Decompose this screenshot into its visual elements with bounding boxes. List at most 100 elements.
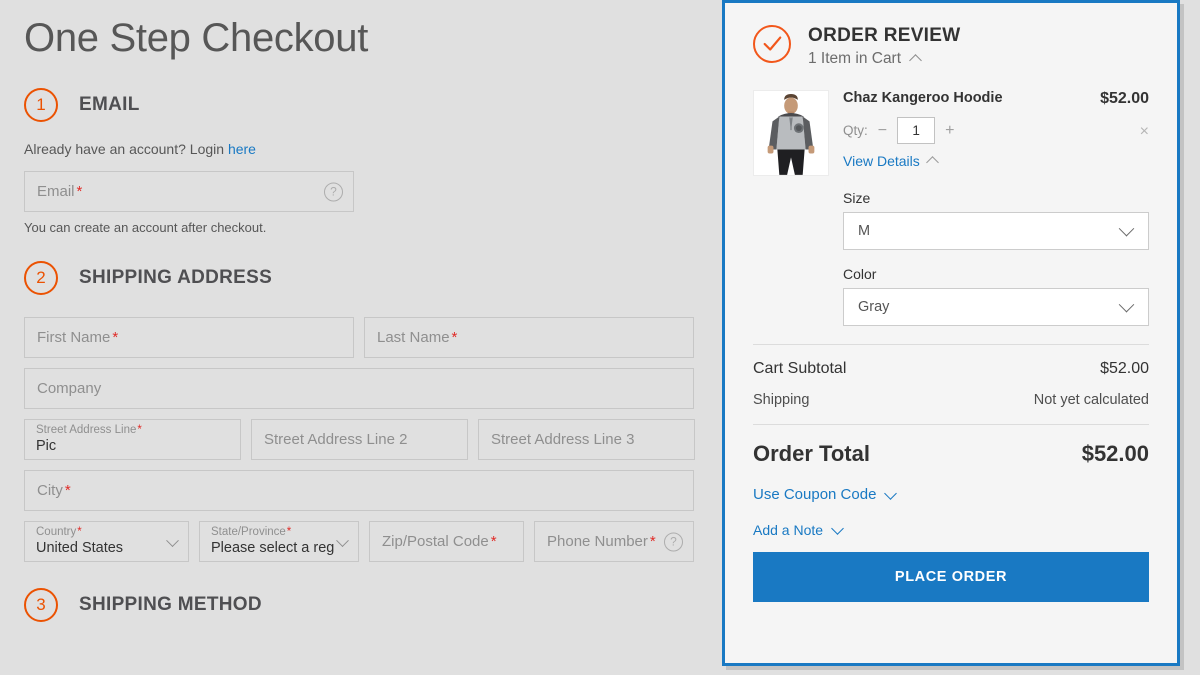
zip-postal-code-input[interactable]: Zip/Postal Code *	[369, 521, 524, 562]
chevron-down-icon	[1118, 220, 1135, 237]
first-name-input[interactable]: First Name *	[24, 317, 354, 358]
step-header-shipping-address: 2 SHIPPING ADDRESS	[24, 261, 698, 295]
country-select[interactable]: Country* United States	[24, 521, 189, 562]
first-name-label: First Name	[37, 329, 111, 346]
cart-subtotal-label: Cart Subtotal	[753, 360, 847, 377]
check-circle-icon	[753, 25, 791, 63]
last-name-input[interactable]: Last Name *	[364, 317, 694, 358]
street-row: Street Address Line* Pic Street Address …	[24, 419, 698, 460]
shipping-address-fields: First Name * Last Name * Company Street Ad…	[24, 317, 698, 562]
chevron-down-icon	[1118, 296, 1135, 313]
street-address-line-3-input[interactable]: Street Address Line 3	[478, 419, 695, 460]
step-title-shipping-method: SHIPPING METHOD	[79, 594, 262, 615]
order-review-title: ORDER REVIEW	[808, 25, 961, 46]
street1-label: Street Address Line	[36, 424, 137, 437]
divider	[753, 424, 1149, 425]
cart-item-count-label: 1 Item in Cart	[808, 50, 902, 67]
last-name-label: Last Name	[377, 329, 450, 346]
shipping-value: Not yet calculated	[1033, 392, 1149, 408]
checkout-form-column: One Step Checkout 1 EMAIL Already have a…	[0, 0, 722, 675]
product-price: $52.00	[1100, 90, 1149, 107]
use-coupon-code-label: Use Coupon Code	[753, 486, 877, 503]
step-title-email: EMAIL	[79, 94, 140, 115]
quantity-stepper: Qty: − 1 +	[843, 117, 1149, 144]
required-marker: *	[77, 526, 82, 539]
required-marker: *	[451, 329, 458, 346]
city-input[interactable]: City *	[24, 470, 694, 511]
divider	[753, 344, 1149, 345]
phone-label: Phone Number	[547, 533, 648, 550]
view-details-toggle[interactable]: View Details	[843, 153, 1149, 169]
phone-number-input[interactable]: Phone Number * ?	[534, 521, 694, 562]
quantity-label: Qty:	[843, 123, 868, 138]
step-number-3: 3	[24, 588, 58, 622]
page-title: One Step Checkout	[24, 16, 369, 60]
email-field[interactable]: Email * ?	[24, 171, 354, 212]
required-marker: *	[76, 183, 83, 200]
step-header-shipping-method: 3 SHIPPING METHOD	[24, 588, 698, 622]
street-address-line-1-input[interactable]: Street Address Line* Pic	[24, 419, 241, 460]
company-label: Company	[37, 380, 102, 397]
color-select[interactable]: Gray	[843, 288, 1149, 326]
country-value: United States	[36, 540, 124, 557]
required-marker: *	[286, 526, 292, 539]
size-option-label: Size	[843, 190, 871, 206]
color-select-value: Gray	[858, 299, 890, 315]
state-label: State/Province	[211, 526, 286, 539]
cart-item: Chaz Kangeroo Hoodie $52.00 Qty: − 1 + ×…	[753, 90, 1149, 176]
region-row: Country* United States State/Province* P…	[24, 521, 698, 562]
cart-subtotal-value: $52.00	[1100, 360, 1149, 377]
shipping-total-row: Shipping Not yet calculated	[753, 392, 1149, 408]
order-total-value: $52.00	[1081, 441, 1149, 466]
login-prompt-text: Already have an account? Login	[24, 141, 228, 157]
required-marker: *	[137, 424, 142, 437]
quantity-increment-button[interactable]: +	[945, 122, 954, 139]
order-total-label: Order Total	[753, 441, 870, 466]
street2-label: Street Address Line 2	[264, 431, 408, 448]
street1-value: Pic	[36, 438, 57, 455]
step-number-1: 1	[24, 88, 58, 122]
shipping-label: Shipping	[753, 392, 810, 408]
size-select[interactable]: M	[843, 212, 1149, 250]
section-shipping-method: 3 SHIPPING METHOD	[24, 588, 698, 622]
zip-label: Zip/Postal Code	[382, 533, 489, 550]
email-hint: You can create an account after checkout…	[24, 220, 267, 235]
state-province-select[interactable]: State/Province* Please select a reg	[199, 521, 359, 562]
quantity-decrement-button[interactable]: −	[878, 122, 887, 139]
email-placeholder: Email *	[37, 183, 83, 200]
color-option-label: Color	[843, 266, 877, 282]
chevron-down-icon	[831, 522, 844, 535]
chevron-up-icon	[909, 54, 922, 67]
country-label: Country	[36, 526, 77, 539]
login-here-link[interactable]: here	[228, 141, 256, 157]
city-row: City *	[24, 470, 698, 511]
add-a-note-label: Add a Note	[753, 522, 824, 538]
required-marker: *	[64, 482, 71, 499]
question-mark-icon[interactable]: ?	[664, 532, 683, 551]
step-header-email: 1 EMAIL	[24, 88, 698, 122]
company-input[interactable]: Company	[24, 368, 694, 409]
view-details-label: View Details	[843, 153, 920, 169]
cart-item-count-toggle[interactable]: 1 Item in Cart	[808, 50, 960, 68]
city-label: City	[37, 482, 63, 499]
add-a-note-toggle[interactable]: Add a Note	[753, 522, 1149, 538]
chevron-down-icon	[884, 486, 898, 500]
street-address-line-2-input[interactable]: Street Address Line 2	[251, 419, 468, 460]
name-row: First Name * Last Name *	[24, 317, 698, 358]
step-number-2: 2	[24, 261, 58, 295]
use-coupon-code-toggle[interactable]: Use Coupon Code	[753, 486, 1149, 503]
quantity-input[interactable]: 1	[897, 117, 936, 144]
question-mark-icon[interactable]: ?	[324, 182, 343, 201]
required-marker: *	[112, 329, 119, 346]
order-review-header: ORDER REVIEW 1 Item in Cart	[753, 3, 1149, 68]
remove-item-icon[interactable]: ×	[1140, 124, 1149, 140]
company-row: Company	[24, 368, 698, 409]
login-prompt: Already have an account? Login here	[24, 141, 698, 157]
required-marker: *	[490, 533, 497, 550]
place-order-button[interactable]: PLACE ORDER	[753, 552, 1149, 602]
section-shipping-address: 2 SHIPPING ADDRESS First Name * Last Name…	[24, 261, 698, 562]
order-total-row: Order Total $52.00	[753, 441, 1149, 467]
cart-subtotal-row: Cart Subtotal $52.00	[753, 360, 1149, 378]
product-thumbnail	[753, 90, 829, 176]
step-title-shipping-address: SHIPPING ADDRESS	[79, 267, 273, 288]
